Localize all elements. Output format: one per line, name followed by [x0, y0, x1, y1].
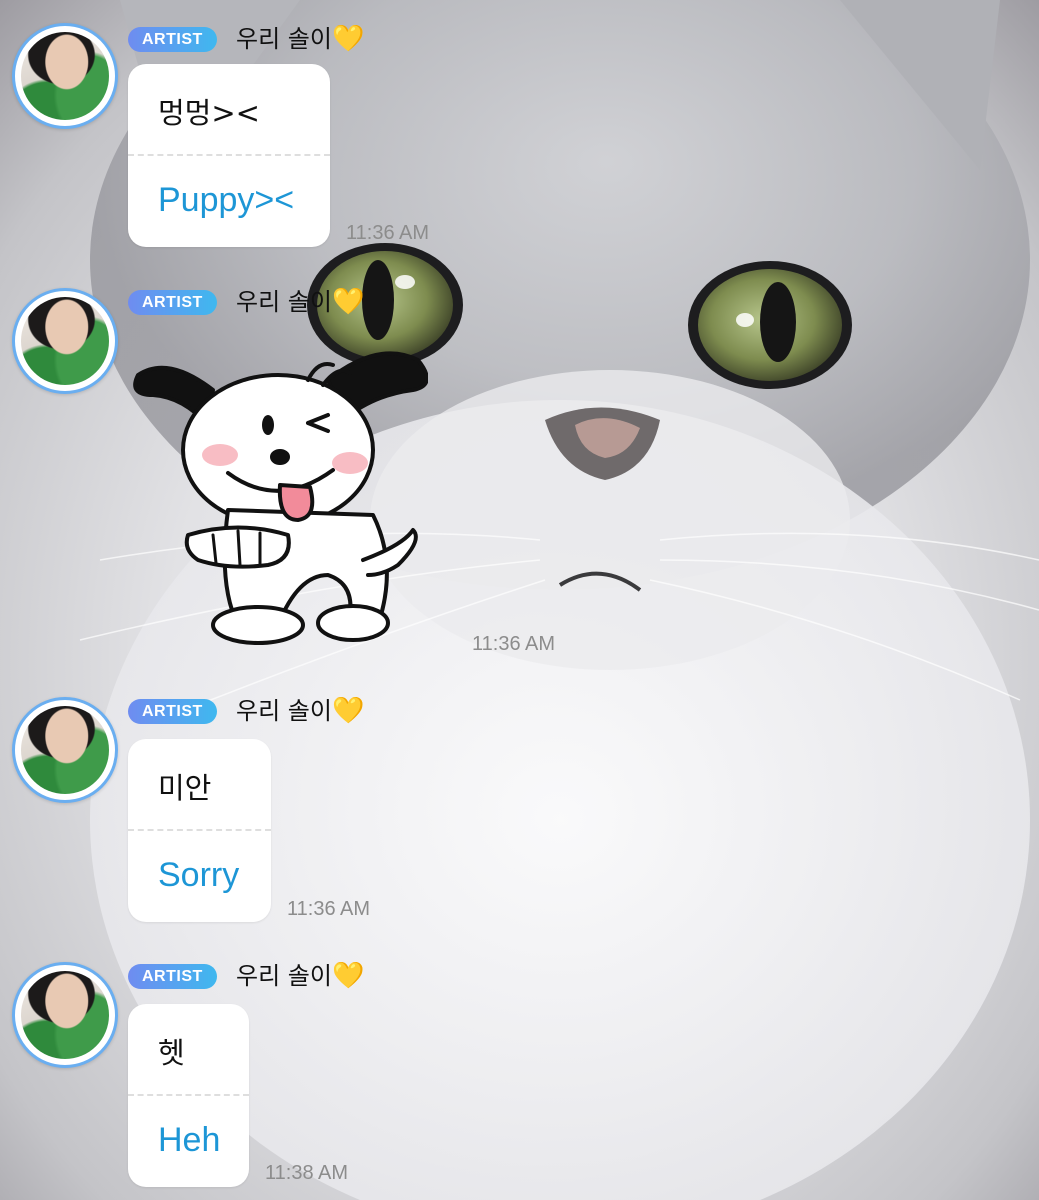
yellow-heart-icon: 💛 — [331, 287, 365, 317]
original-text: 멍멍>< — [158, 96, 260, 130]
artist-badge: ARTIST — [128, 290, 217, 315]
original-text: 헷 — [158, 1036, 185, 1070]
avatar-photo — [21, 297, 109, 385]
artist-badge: ARTIST — [128, 964, 217, 989]
message-timestamp: 11:38 AM — [265, 1162, 349, 1184]
avatar-photo — [21, 32, 109, 120]
sender-name-text: 우리 솔이 — [236, 697, 332, 725]
message-timestamp: 11:36 AM — [472, 633, 556, 655]
avatar-photo — [21, 971, 109, 1059]
message-bubble[interactable]: 멍멍>< Puppy>< — [128, 64, 330, 247]
sender-name[interactable]: 우리 솔이💛 — [236, 24, 364, 54]
sender-name[interactable]: 우리 솔이💛 — [236, 961, 364, 991]
sender-name-text: 우리 솔이 — [236, 288, 332, 316]
bubble-divider — [128, 1094, 249, 1096]
sender-name-text: 우리 솔이 — [236, 25, 332, 53]
sender-name[interactable]: 우리 솔이💛 — [236, 696, 364, 726]
original-text: 미안 — [158, 771, 212, 805]
sender-name[interactable]: 우리 솔이💛 — [236, 287, 364, 317]
message-bubble[interactable]: 미안 Sorry — [128, 739, 271, 922]
artist-badge: ARTIST — [128, 27, 217, 52]
translated-text: Heh — [158, 1121, 221, 1159]
translated-text: Sorry — [158, 856, 240, 894]
sender-name-text: 우리 솔이 — [236, 962, 332, 990]
avatar[interactable] — [12, 962, 118, 1068]
translated-text: Puppy>< — [158, 181, 295, 219]
bubble-divider — [128, 154, 330, 156]
bubble-divider — [128, 829, 271, 831]
puppy-sticker[interactable] — [128, 335, 428, 645]
avatar[interactable] — [12, 697, 118, 803]
message-timestamp: 11:36 AM — [346, 222, 430, 244]
yellow-heart-icon: 💛 — [331, 696, 365, 726]
artist-badge: ARTIST — [128, 699, 217, 724]
yellow-heart-icon: 💛 — [331, 961, 365, 991]
yellow-heart-icon: 💛 — [331, 24, 365, 54]
message-bubble[interactable]: 헷 Heh — [128, 1004, 249, 1187]
avatar[interactable] — [12, 23, 118, 129]
avatar-photo — [21, 706, 109, 794]
message-timestamp: 11:36 AM — [287, 898, 371, 920]
avatar[interactable] — [12, 288, 118, 394]
